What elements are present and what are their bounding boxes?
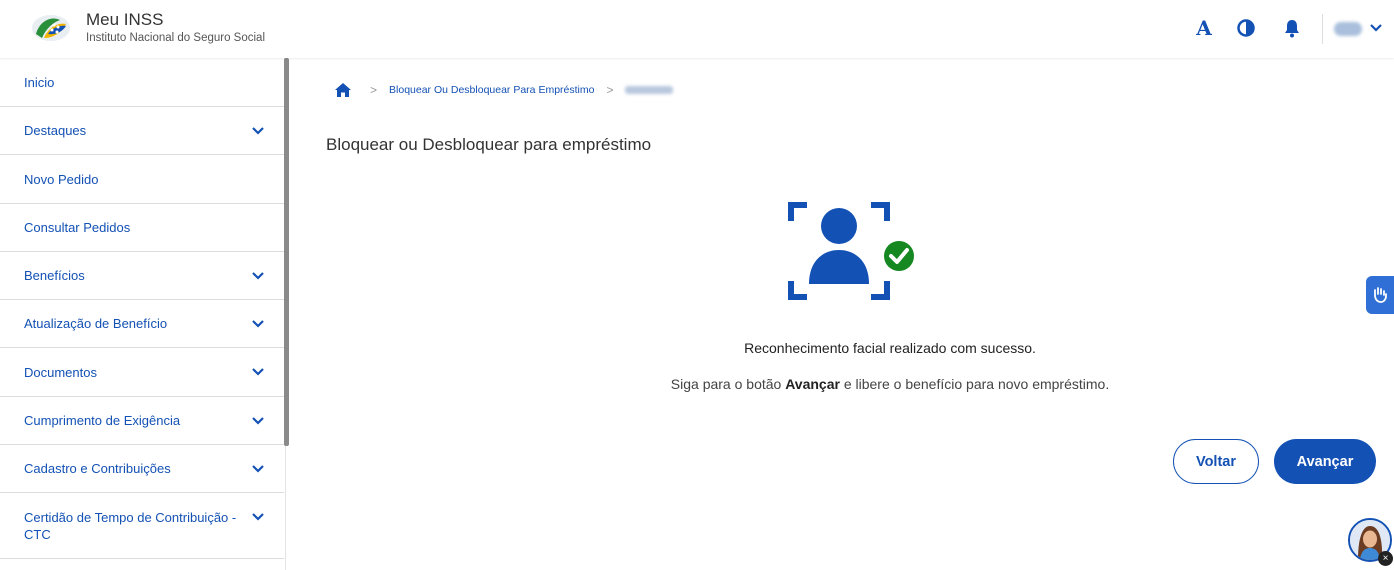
breadcrumb-separator-icon: > [370,83,378,97]
close-icon[interactable]: × [1378,551,1393,566]
sidebar-item-label: Cadastro e Contribuições [24,461,171,476]
chevron-down-icon [252,319,264,328]
sidebar-item-atualizacao-beneficio[interactable]: Atualização de Benefício [0,300,284,348]
sidebar-item-consultar-pedidos[interactable]: Consultar Pedidos [0,204,284,252]
home-icon[interactable] [334,82,352,98]
sidebar-item-destaques[interactable]: Destaques [0,107,284,155]
sidebar-item-label: Atualização de Benefício [24,316,168,331]
chevron-down-icon [252,416,264,425]
chevron-down-icon [252,513,264,521]
notifications-button[interactable] [1280,16,1304,40]
chevron-down-icon [252,271,264,280]
sign-language-icon [1374,287,1387,303]
chevron-down-icon [252,126,264,135]
breadcrumb: > Bloquear Ou Desbloquear Para Empréstim… [334,80,674,100]
instruction-message: Siga para o botão Avançar e libere o ben… [560,376,1220,392]
instruction-prefix: Siga para o botão [670,376,786,392]
sidebar-item-inicio[interactable]: Inicio [0,58,284,107]
contrast-icon [1237,19,1255,37]
sidebar-item-label: Destaques [24,123,87,138]
sidebar-item-ctc[interactable]: Certidão de Tempo de Contribuição - CTC [0,493,284,559]
bell-icon [1285,19,1299,37]
app-subtitle: Instituto Nacional do Seguro Social [86,32,265,44]
top-header: Meu INSS Instituto Nacional do Seguro So… [0,0,1394,58]
success-message: Reconhecimento facial realizado com suce… [744,340,1036,356]
sidebar-item-beneficios[interactable]: Benefícios [0,252,284,300]
sidebar-item-label: Cumprimento de Exigência [24,413,181,428]
font-size-button[interactable]: A [1194,16,1214,40]
vlibras-accessibility-button[interactable] [1366,276,1394,314]
sidebar-item-label: Benefícios [24,268,85,283]
sidebar-item-cumprimento-exigencia[interactable]: Cumprimento de Exigência [0,397,284,445]
instruction-suffix: e libere o benefício para novo empréstim… [839,376,1110,392]
sidebar-item-label: Consultar Pedidos [24,220,131,235]
breadcrumb-link[interactable]: Bloquear Ou Desbloquear Para Empréstimo [389,84,594,96]
contrast-button[interactable] [1234,16,1258,40]
chevron-down-icon [252,464,264,473]
sidebar-item-label: Inicio [24,74,55,90]
inss-logo-icon[interactable] [30,12,72,44]
back-button[interactable]: Voltar [1173,439,1259,484]
sidebar-item-label: Certidão de Tempo de Contribuição - CTC [24,509,237,542]
chevron-down-icon[interactable] [1368,20,1384,36]
app-title: Meu INSS [86,10,164,29]
face-recognition-success-icon [788,202,916,300]
sidebar-scrollbar[interactable] [284,58,289,446]
sidebar-item-documentos[interactable]: Documentos [0,348,284,397]
next-button[interactable]: Avançar [1274,439,1376,484]
user-avatar[interactable] [1334,22,1362,36]
breadcrumb-separator-icon: > [606,83,614,97]
sidebar-item-cadastro-contribuicoes[interactable]: Cadastro e Contribuições [0,445,284,493]
sidebar-item-novo-pedido[interactable]: Novo Pedido [0,155,284,204]
chevron-down-icon [252,368,264,376]
sidebar-item-label: Documentos [24,364,97,380]
breadcrumb-current-redacted [625,86,674,94]
instruction-bold: Avançar [785,376,840,392]
header-divider [1322,14,1323,44]
page-title: Bloquear ou Desbloquear para empréstimo [326,135,652,154]
sidebar-item-label: Novo Pedido [24,171,99,187]
